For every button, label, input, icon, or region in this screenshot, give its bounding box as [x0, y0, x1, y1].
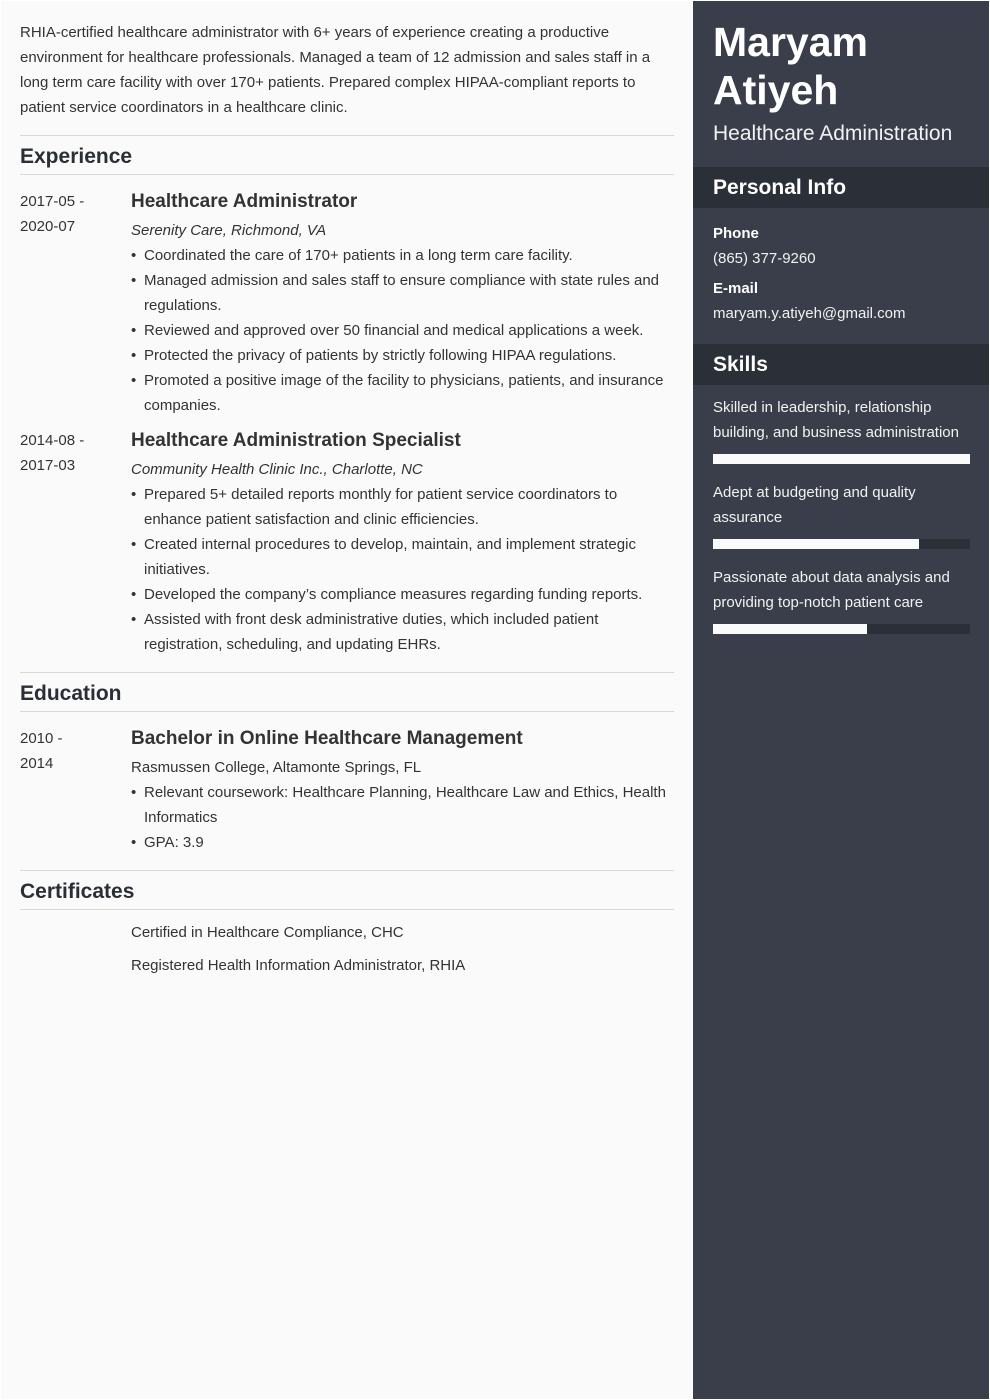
bullet-item: GPA: 3.9: [131, 830, 674, 855]
personal-info-header: Personal Info: [693, 167, 989, 208]
bullet-item: Managed admission and sales staff to ens…: [131, 268, 674, 318]
skill-item: Passionate about data analysis and provi…: [713, 565, 970, 634]
phone-group: Phone (865) 377-9260: [713, 224, 969, 271]
education-section: Education 2010 - 2014 Bachelor in Online…: [20, 672, 674, 855]
education-entry: 2010 - 2014 Bachelor in Online Healthcar…: [20, 726, 674, 855]
email-value[interactable]: maryam.y.atiyeh@gmail.com: [713, 301, 969, 326]
main-column: RHIA-certified healthcare administrator …: [1, 1, 693, 1399]
entry-body: Healthcare Administration Specialist Com…: [131, 428, 674, 657]
date-start: 2010 -: [20, 730, 63, 747]
skill-level-bar: [713, 624, 970, 634]
skills-header: Skills: [693, 344, 989, 385]
section-title: Certificates: [20, 871, 674, 910]
job-title: Healthcare Administration Specialist: [131, 430, 461, 451]
entry-date: 2017-05 - 2020-07: [20, 189, 131, 418]
skill-level-bar: [713, 454, 970, 464]
bullet-list: Coordinated the care of 170+ patients in…: [131, 243, 674, 418]
date-start: 2017-05 -: [20, 193, 85, 210]
candidate-role: Healthcare Administration: [713, 122, 953, 145]
section-title: Experience: [20, 136, 674, 175]
candidate-name: Maryam Atiyeh: [693, 1, 989, 114]
skill-item: Adept at budgeting and quality assurance: [713, 480, 970, 549]
certificates-section: Certificates Certified in Healthcare Com…: [20, 870, 674, 978]
skill-level-fill: [713, 454, 970, 464]
entry-body: Bachelor in Online Healthcare Management…: [131, 726, 674, 855]
certificate-item: Registered Health Information Administra…: [131, 957, 466, 974]
email-label: E-mail: [713, 280, 759, 297]
entry-body: Healthcare Administrator Serenity Care, …: [131, 189, 674, 418]
skill-level-fill: [713, 539, 919, 549]
section-title: Education: [20, 673, 674, 712]
phone-value[interactable]: (865) 377-9260: [713, 246, 969, 271]
bullet-item: Developed the company’s compliance measu…: [131, 582, 674, 607]
entry-date: 2010 - 2014: [20, 726, 131, 855]
summary: RHIA-certified healthcare administrator …: [20, 24, 651, 116]
first-name: Maryam: [713, 19, 868, 65]
date-end: 2020-07: [20, 218, 76, 235]
certificate-list: Certified in Healthcare Compliance, CHC …: [131, 920, 674, 978]
email-group: E-mail maryam.y.atiyeh@gmail.com: [713, 279, 969, 326]
experience-section: Experience 2017-05 - 2020-07 Healthcare …: [20, 135, 674, 657]
date-start: 2014-08 -: [20, 432, 85, 449]
last-name: Atiyeh: [713, 67, 839, 113]
job-title: Healthcare Administrator: [131, 191, 358, 212]
entry-date: 2014-08 - 2017-03: [20, 428, 131, 657]
bullet-item: Assisted with front desk administrative …: [131, 607, 674, 657]
personal-info: Phone (865) 377-9260 E-mail maryam.y.ati…: [693, 208, 989, 334]
certificate-item: Certified in Healthcare Compliance, CHC: [131, 924, 404, 941]
skill-text: Skilled in leadership, relationship buil…: [713, 399, 959, 441]
skill-level-bar: [713, 539, 970, 549]
skill-text: Adept at budgeting and quality assurance: [713, 484, 916, 526]
date-end: 2014: [20, 755, 54, 772]
resume-page: RHIA-certified healthcare administrator …: [1, 1, 989, 1399]
bullet-list: Prepared 5+ detailed reports monthly for…: [131, 482, 674, 657]
bullet-item: Reviewed and approved over 50 financial …: [131, 318, 674, 343]
sidebar: Maryam Atiyeh Healthcare Administration …: [693, 1, 989, 1399]
bullet-item: Protected the privacy of patients by str…: [131, 343, 674, 368]
bullet-item: Coordinated the care of 170+ patients in…: [131, 243, 674, 268]
experience-entry: 2014-08 - 2017-03 Healthcare Administrat…: [20, 428, 674, 657]
school: Rasmussen College, Altamonte Springs, FL: [131, 759, 422, 776]
phone-label: Phone: [713, 225, 759, 242]
degree-title: Bachelor in Online Healthcare Management: [131, 728, 523, 749]
bullet-item: Created internal procedures to develop, …: [131, 532, 674, 582]
skill-level-fill: [713, 624, 868, 634]
employer: Serenity Care, Richmond, VA: [131, 222, 327, 239]
bullet-item: Prepared 5+ detailed reports monthly for…: [131, 482, 674, 532]
employer: Community Health Clinic Inc., Charlotte,…: [131, 461, 423, 478]
bullet-list: Relevant coursework: Healthcare Planning…: [131, 780, 674, 855]
date-end: 2017-03: [20, 457, 76, 474]
skill-item: Skilled in leadership, relationship buil…: [713, 395, 970, 464]
bullet-item: Relevant coursework: Healthcare Planning…: [131, 780, 674, 830]
skill-text: Passionate about data analysis and provi…: [713, 569, 950, 611]
experience-entry: 2017-05 - 2020-07 Healthcare Administrat…: [20, 189, 674, 418]
skills-list: Skilled in leadership, relationship buil…: [693, 385, 989, 634]
bullet-item: Promoted a positive image of the facilit…: [131, 368, 674, 418]
